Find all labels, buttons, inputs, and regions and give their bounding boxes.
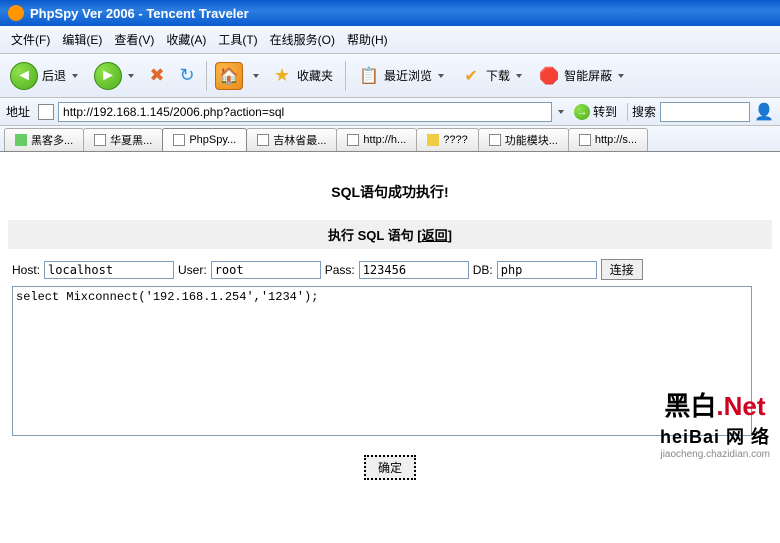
shield-button[interactable]: 🛑 智能屏蔽 <box>534 63 628 89</box>
home-button[interactable]: 🏠 <box>215 62 243 90</box>
address-label: 地址 <box>6 103 30 120</box>
forward-icon: ► <box>94 62 122 90</box>
recent-label: 最近浏览 <box>384 67 432 84</box>
tab-1[interactable]: 华夏黑... <box>83 128 163 151</box>
back-link[interactable]: 返回 <box>422 228 448 243</box>
tab-7[interactable]: http://s... <box>568 128 648 151</box>
db-label: DB: <box>473 263 493 277</box>
tab-6[interactable]: 功能模块... <box>478 128 569 151</box>
main-toolbar: ◄ 后退 ► ✖ ↻ 🏠 ★ 收藏夹 📋 最近浏览 ✔ 下载 🛑 智能屏蔽 <box>0 54 780 98</box>
tab-icon <box>427 134 439 146</box>
db-connection-row: Host: User: Pass: DB: 连接 <box>8 259 772 286</box>
back-button[interactable]: ◄ 后退 <box>6 60 82 92</box>
star-icon: ★ <box>271 65 293 87</box>
submit-row: 确定 <box>8 455 772 480</box>
back-label: 后退 <box>42 67 66 84</box>
window-titlebar: PhpSpy Ver 2006 - Tencent Traveler <box>0 0 780 26</box>
go-button[interactable]: → 转到 <box>568 101 623 122</box>
page-icon <box>38 104 54 120</box>
tab-icon <box>579 134 591 146</box>
menu-view[interactable]: 查看(V) <box>109 29 159 50</box>
address-bar: 地址 → 转到 搜索 👤 <box>0 98 780 126</box>
menu-tools[interactable]: 工具(T) <box>213 29 262 50</box>
tab-2-active[interactable]: PhpSpy... <box>162 128 247 151</box>
tabs-bar: 黑客多... 华夏黑... PhpSpy... 吉林省最... http://h… <box>0 126 780 152</box>
user-input[interactable] <box>211 261 321 279</box>
window-title: PhpSpy Ver 2006 - Tencent Traveler <box>30 6 249 21</box>
tab-5[interactable]: ???? <box>416 128 478 151</box>
menu-file[interactable]: 文件(F) <box>6 29 55 50</box>
tab-icon <box>347 134 359 146</box>
tab-3[interactable]: 吉林省最... <box>246 128 337 151</box>
tab-icon <box>257 134 269 146</box>
search-label: 搜索 <box>632 103 656 120</box>
shield-label: 智能屏蔽 <box>564 67 612 84</box>
recent-button[interactable]: 📋 最近浏览 <box>354 63 448 89</box>
tab-4[interactable]: http://h... <box>336 128 417 151</box>
connect-button[interactable]: 连接 <box>601 259 643 280</box>
pass-input[interactable] <box>359 261 469 279</box>
menu-help[interactable]: 帮助(H) <box>342 29 393 50</box>
db-input[interactable] <box>497 261 597 279</box>
menu-bar: 文件(F) 编辑(E) 查看(V) 收藏(A) 工具(T) 在线服务(O) 帮助… <box>0 26 780 54</box>
chevron-down-icon <box>128 74 134 78</box>
history-icon: 📋 <box>358 65 380 87</box>
submit-button[interactable]: 确定 <box>364 455 416 480</box>
forward-button[interactable]: ► <box>90 60 138 92</box>
tab-icon <box>94 134 106 146</box>
pass-label: Pass: <box>325 263 355 277</box>
tab-0[interactable]: 黑客多... <box>4 128 84 151</box>
sql-textarea[interactable] <box>12 286 752 436</box>
menu-favorites[interactable]: 收藏(A) <box>161 29 211 50</box>
tab-icon <box>489 134 501 146</box>
host-input[interactable] <box>44 261 174 279</box>
favorites-button[interactable]: ★ 收藏夹 <box>267 63 337 89</box>
separator <box>206 61 207 91</box>
stop-button[interactable]: ✖ <box>146 65 168 87</box>
menu-online[interactable]: 在线服务(O) <box>265 29 340 50</box>
separator <box>345 61 346 91</box>
search-input[interactable] <box>660 102 750 122</box>
user-label: User: <box>178 263 207 277</box>
user-icon[interactable]: 👤 <box>754 102 774 122</box>
go-label: 转到 <box>593 103 617 120</box>
section-header: 执行 SQL 语句 [返回] <box>8 220 772 249</box>
page-content: SQL语句成功执行! 执行 SQL 语句 [返回] Host: User: Pa… <box>0 152 780 490</box>
address-input[interactable] <box>58 102 552 122</box>
shield-icon: 🛑 <box>538 65 560 87</box>
success-message: SQL语句成功执行! <box>8 182 772 202</box>
chevron-down-icon[interactable] <box>558 110 564 114</box>
refresh-button[interactable]: ↻ <box>176 65 198 87</box>
tab-icon <box>173 134 185 146</box>
chevron-down-icon <box>72 74 78 78</box>
separator <box>627 103 628 121</box>
back-icon: ◄ <box>10 62 38 90</box>
go-icon: → <box>574 104 590 120</box>
download-icon: ✔ <box>460 65 482 87</box>
favorites-label: 收藏夹 <box>297 67 333 84</box>
download-label: 下载 <box>486 67 510 84</box>
chevron-down-icon <box>516 74 522 78</box>
app-icon <box>8 5 24 21</box>
chevron-down-icon <box>438 74 444 78</box>
chevron-down-icon <box>618 74 624 78</box>
host-label: Host: <box>12 263 40 277</box>
tab-icon <box>15 134 27 146</box>
download-button[interactable]: ✔ 下载 <box>456 63 526 89</box>
menu-edit[interactable]: 编辑(E) <box>57 29 107 50</box>
chevron-down-icon[interactable] <box>253 74 259 78</box>
